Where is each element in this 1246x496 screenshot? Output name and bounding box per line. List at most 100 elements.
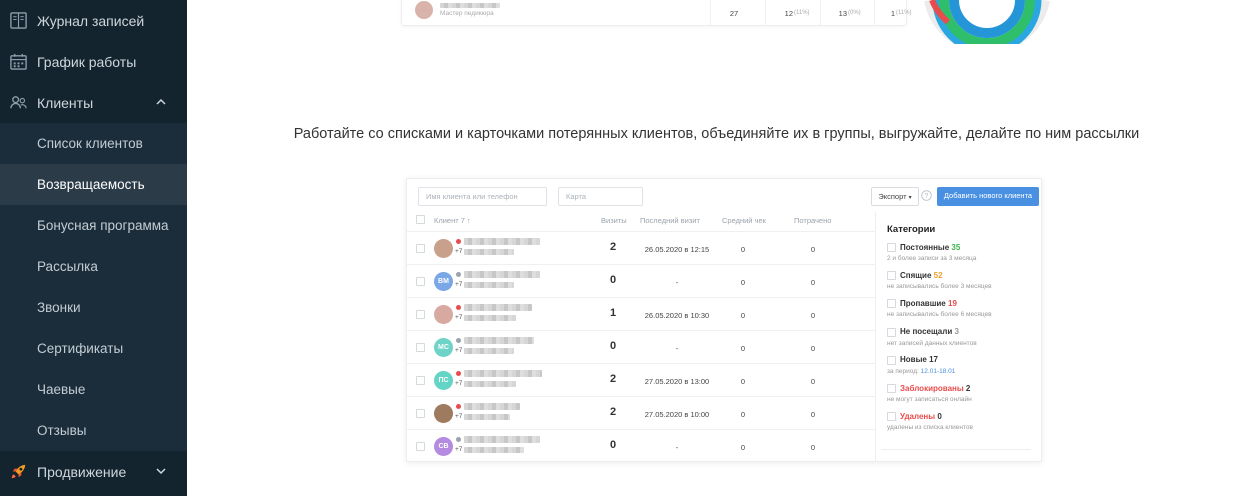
sidebar-item-certificates[interactable]: Сертификаты	[0, 328, 187, 369]
row-checkbox[interactable]	[416, 310, 425, 319]
category-label[interactable]: Заблокированы 2	[900, 384, 970, 393]
stat-value: 12	[784, 9, 793, 18]
category-description: не записывались более 3 месяцев	[887, 283, 992, 290]
card-input[interactable]: Карта	[558, 187, 643, 206]
blurred-phone	[464, 249, 514, 255]
sidebar-item-retention[interactable]: Возвращаемость	[0, 164, 187, 205]
category-name: Новые	[900, 355, 927, 365]
total-spent: 0	[810, 377, 816, 386]
sidebar-item-label: Клиенты	[37, 94, 94, 111]
category-name: Не посещали	[900, 327, 953, 337]
table-row[interactable]: +7 2 27.05.2020 в 10:00 0 0	[407, 396, 875, 429]
sort-arrow-icon: ↑	[467, 216, 471, 225]
period-link[interactable]: 12.01-18.01	[921, 368, 956, 375]
stat-percent: (11%)	[794, 9, 810, 16]
last-visit: -	[675, 443, 679, 452]
sidebar-item-reviews[interactable]: Отзывы	[0, 410, 187, 451]
average-check: 0	[740, 410, 746, 419]
table-row[interactable]: ПС +7 2 27.05.2020 в 13:00 0 0	[407, 363, 875, 396]
sidebar-item-clients[interactable]: Клиенты	[0, 82, 187, 123]
divider	[820, 0, 821, 26]
avatar-initials: СВ	[438, 443, 449, 450]
avatar-initials: ВМ	[438, 278, 449, 285]
sidebar-item-bonus[interactable]: Бонусная программа	[0, 205, 187, 246]
status-dot	[456, 371, 461, 376]
select-all-checkbox[interactable]	[416, 215, 425, 224]
sidebar-item-tips[interactable]: Чаевые	[0, 369, 187, 410]
category-label[interactable]: Новые 17	[900, 355, 938, 364]
category-description: не могут записаться онлайн	[887, 396, 972, 403]
sidebar-item-promotion[interactable]: Продвижение	[0, 451, 187, 492]
category-label[interactable]: Постоянные 35	[900, 243, 960, 252]
category-checkbox[interactable]	[887, 355, 896, 365]
sidebar-item-client-list[interactable]: Список клиентов	[0, 123, 187, 164]
row-checkbox[interactable]	[416, 409, 425, 418]
stat-percent: (0%)	[848, 9, 861, 16]
row-checkbox[interactable]	[416, 376, 425, 385]
sidebar-item-journal[interactable]: Журнал записей	[0, 0, 187, 41]
sidebar-item-calls[interactable]: Звонки	[0, 287, 187, 328]
blurred-client-name	[464, 304, 532, 311]
category-checkbox[interactable]	[887, 384, 896, 393]
total-spent: 0	[810, 311, 816, 320]
column-header-client[interactable]: Клиент 7 ↑	[434, 216, 471, 225]
visits-count: 2	[609, 241, 617, 253]
avatar	[434, 305, 453, 324]
visits-count: 0	[609, 439, 617, 451]
category-description: удалены из списка клиентов	[887, 424, 973, 431]
visits-count: 2	[609, 406, 617, 418]
table-row[interactable]: ВМ +7 0 - 0 0	[407, 264, 875, 297]
avatar	[434, 239, 453, 258]
calendar-icon	[10, 53, 27, 70]
category-checkbox[interactable]	[887, 299, 896, 309]
sidebar-item-label: Список клиентов	[37, 136, 143, 151]
search-input[interactable]: Имя клиента или телефон	[418, 187, 547, 206]
category-description-text: не записывались более 3 месяцев	[887, 283, 992, 291]
blurred-phone	[464, 348, 514, 354]
blurred-phone	[464, 414, 510, 420]
stat-percent: (11%)	[896, 9, 912, 16]
category-checkbox[interactable]	[887, 412, 896, 422]
avatar: МС	[434, 338, 453, 357]
category-checkbox[interactable]	[887, 243, 896, 252]
row-checkbox[interactable]	[416, 277, 425, 286]
category-checkbox[interactable]	[887, 327, 896, 337]
category-count: 0	[937, 411, 942, 421]
category-label[interactable]: Спящие 52	[900, 271, 943, 280]
sidebar-item-schedule[interactable]: График работы	[0, 41, 187, 82]
caret-down-icon: ▾	[908, 195, 912, 201]
help-icon[interactable]: ?	[921, 190, 932, 201]
visits-count: 0	[609, 340, 617, 352]
row-checkbox[interactable]	[416, 244, 425, 253]
row-checkbox[interactable]	[416, 343, 425, 352]
table-row[interactable]: СВ +7 0 - 0 0	[407, 429, 875, 462]
total-spent: 0	[810, 245, 816, 254]
status-dot	[456, 272, 461, 277]
sidebar-item-label: Бонусная программа	[37, 218, 169, 233]
row-checkbox[interactable]	[416, 442, 425, 451]
avatar: ВМ	[434, 272, 453, 291]
category-label[interactable]: Удалены 0	[900, 412, 942, 421]
chevron-down-icon	[156, 468, 166, 475]
category-label[interactable]: Пропавшие 19	[900, 299, 957, 308]
blurred-client-name	[464, 403, 520, 410]
phone-prefix: +7	[455, 347, 463, 354]
add-client-button[interactable]: Добавить нового клиента	[937, 187, 1039, 206]
total-spent: 0	[810, 410, 816, 419]
column-header-last-visit[interactable]: Последний визит	[640, 216, 700, 225]
column-header-spent[interactable]: Потрачено	[794, 216, 831, 225]
stat-value: 13	[838, 9, 847, 18]
category-checkbox[interactable]	[887, 271, 896, 281]
category-label[interactable]: Не посещали 3	[900, 327, 959, 336]
export-button[interactable]: Экспорт ▾	[871, 187, 919, 206]
table-row[interactable]: МС +7 0 - 0 0	[407, 330, 875, 363]
category-count: 35	[951, 242, 961, 252]
table-row[interactable]: +7 1 26.05.2020 в 10:30 0 0	[407, 297, 875, 330]
column-header-avg-check[interactable]: Средний чек	[722, 216, 766, 225]
blurred-client-name	[464, 436, 540, 443]
status-dot	[456, 338, 461, 343]
table-row[interactable]: +7 2 26.05.2020 в 12:15 0 0	[407, 231, 875, 264]
sidebar-item-mailing[interactable]: Рассылка	[0, 246, 187, 287]
rocket-icon	[11, 464, 26, 479]
column-header-visits[interactable]: Визиты	[601, 216, 627, 225]
